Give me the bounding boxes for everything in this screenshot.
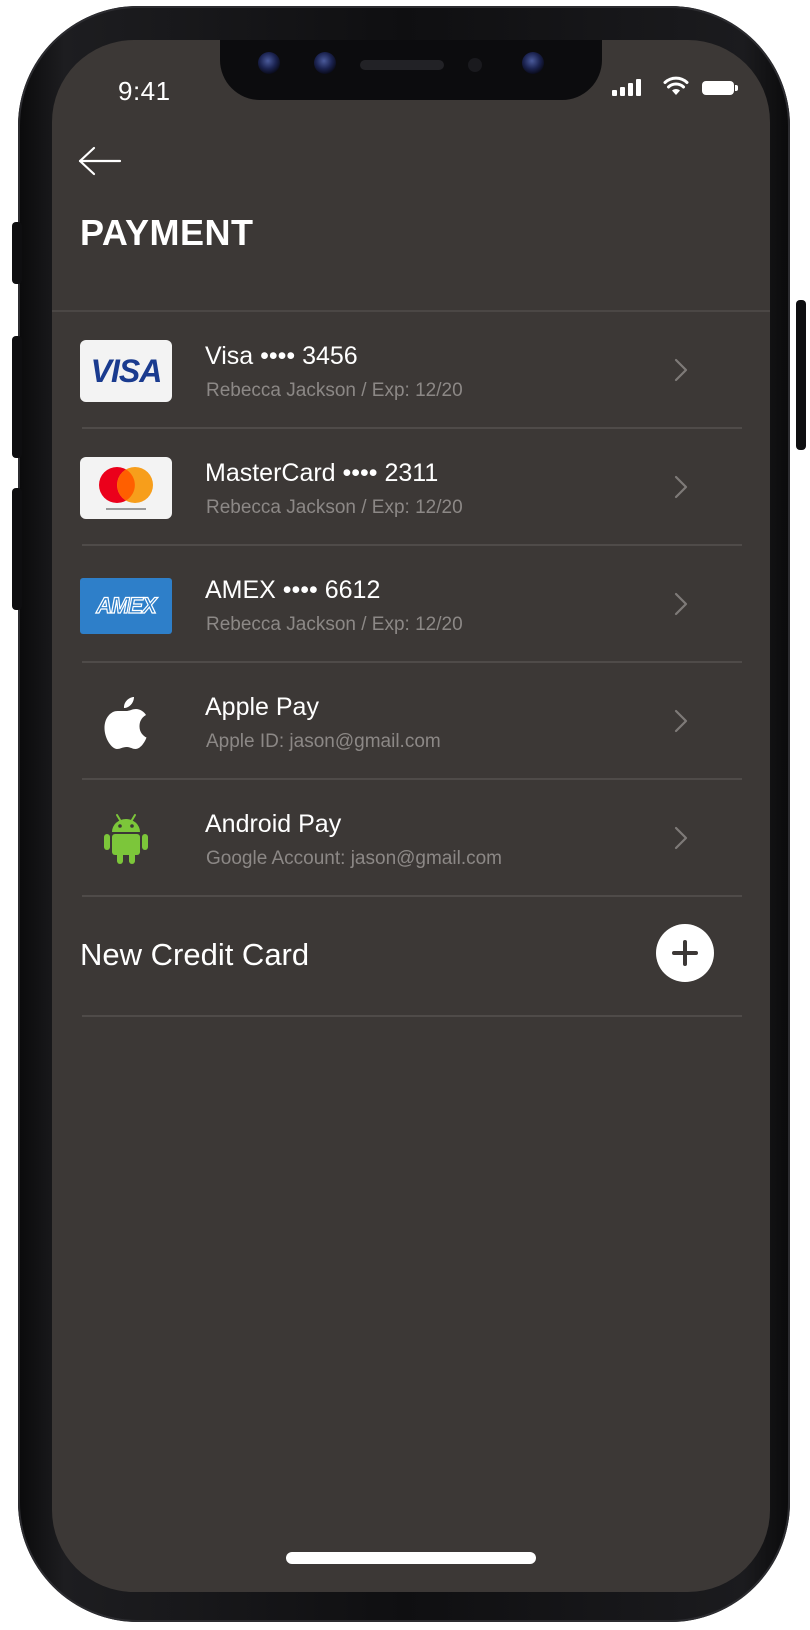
- arrow-left-icon: [78, 146, 122, 176]
- method-subtitle: Rebecca Jackson / Exp: 12/20: [206, 614, 463, 635]
- method-subtitle: Rebecca Jackson / Exp: 12/20: [206, 380, 463, 401]
- amex-logo-text: AMEX: [96, 592, 158, 618]
- method-subtitle: Rebecca Jackson / Exp: 12/20: [206, 497, 463, 518]
- method-subtitle: Google Account: jason@gmail.com: [206, 848, 502, 869]
- sensor-icon: [258, 52, 280, 74]
- phone-screen: 9:41 PAYMENT VISA Visa •••• 3456 Rebecca…: [52, 40, 770, 1592]
- new-credit-card-label: New Credit Card: [80, 937, 310, 972]
- back-button[interactable]: [76, 142, 124, 180]
- method-title: Android Pay: [205, 810, 342, 838]
- home-indicator[interactable]: [286, 1552, 536, 1564]
- status-icons: [612, 74, 742, 100]
- chevron-right-icon: [674, 709, 688, 733]
- proximity-sensor: [468, 58, 482, 72]
- payment-method-apple-pay[interactable]: Apple Pay Apple ID: jason@gmail.com: [52, 663, 770, 780]
- chevron-right-icon: [674, 826, 688, 850]
- payment-method-list: VISA Visa •••• 3456 Rebecca Jackson / Ex…: [52, 312, 770, 1017]
- chevron-right-icon: [674, 358, 688, 382]
- volume-down-button: [12, 488, 22, 610]
- sensor-icon: [314, 52, 336, 74]
- amex-logo: AMEX: [80, 578, 172, 634]
- mastercard-circles-icon: [99, 467, 153, 510]
- android-logo-icon: [80, 808, 172, 870]
- status-time: 9:41: [118, 76, 171, 106]
- page-title: PAYMENT: [80, 212, 254, 253]
- battery-icon: [702, 81, 738, 95]
- method-title: Visa •••• 3456: [205, 342, 358, 370]
- visa-logo: VISA: [80, 340, 172, 402]
- mute-switch: [12, 222, 22, 284]
- volume-up-button: [12, 336, 22, 458]
- payment-method-mastercard[interactable]: MasterCard •••• 2311 Rebecca Jackson / E…: [52, 429, 770, 546]
- chevron-right-icon: [674, 592, 688, 616]
- method-title: Apple Pay: [205, 693, 319, 721]
- method-title: AMEX •••• 6612: [205, 576, 381, 604]
- method-subtitle: Apple ID: jason@gmail.com: [206, 731, 441, 752]
- method-title: MasterCard •••• 2311: [205, 459, 439, 487]
- visa-logo-text: VISA: [90, 352, 163, 389]
- payment-method-amex[interactable]: AMEX AMEX •••• 6612 Rebecca Jackson / Ex…: [52, 546, 770, 663]
- front-camera-icon: [522, 52, 544, 74]
- new-credit-card-row[interactable]: New Credit Card: [52, 897, 770, 1017]
- payment-method-visa[interactable]: VISA Visa •••• 3456 Rebecca Jackson / Ex…: [52, 312, 770, 429]
- speaker-grille: [360, 60, 444, 70]
- notch: [220, 40, 602, 100]
- payment-method-android-pay[interactable]: Android Pay Google Account: jason@gmail.…: [52, 780, 770, 897]
- plus-icon[interactable]: [656, 924, 714, 982]
- power-button: [796, 300, 806, 450]
- wifi-icon: [663, 76, 689, 95]
- chevron-right-icon: [674, 475, 688, 499]
- row-divider: [82, 1015, 742, 1017]
- mastercard-logo: [80, 457, 172, 519]
- apple-logo-icon: [80, 691, 172, 753]
